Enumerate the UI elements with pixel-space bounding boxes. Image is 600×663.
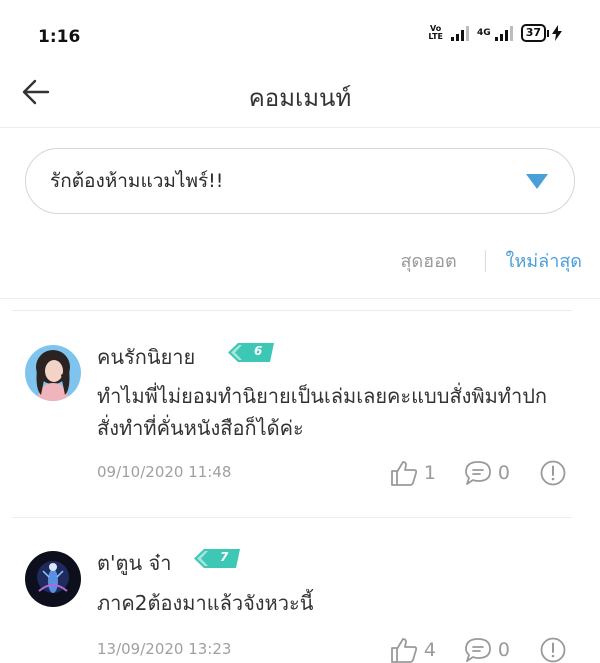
signal-icon-2 (494, 25, 513, 41)
chat-bubble-icon (465, 638, 491, 662)
avatar[interactable] (25, 551, 81, 607)
comment-actions: 4 0 (390, 637, 566, 663)
thumbs-up-icon (390, 638, 417, 663)
status-bar: 1:16 Vo LTE 4G 37 (0, 0, 600, 70)
network-type: 4G (477, 28, 491, 38)
report-icon (540, 637, 566, 663)
selector-label: รักต้องห้ามแวมไพร์!! (50, 170, 224, 192)
app-header: คอมเมนท์ (0, 70, 600, 128)
dropdown-triangle-icon (526, 174, 548, 189)
report-button[interactable] (540, 460, 566, 486)
divider (0, 298, 600, 299)
sort-tab-newest[interactable]: ใหม่ล่าสุด (506, 246, 582, 275)
level-number: 6 (254, 344, 263, 358)
battery-level: 37 (520, 24, 546, 42)
comment-date: 09/10/2020 11:48 (97, 463, 232, 481)
thumbs-up-icon (390, 461, 417, 486)
report-button[interactable] (540, 637, 566, 663)
story-selector-dropdown[interactable]: รักต้องห้ามแวมไพร์!! (25, 148, 575, 214)
comment-text: ภาค2ต้องมาแล้วจังหวะนี้ (97, 591, 314, 615)
chat-bubble-icon (465, 461, 491, 485)
like-button[interactable]: 1 (390, 460, 436, 486)
like-count: 1 (423, 462, 436, 484)
sort-divider (484, 249, 486, 272)
avatar[interactable] (25, 345, 81, 401)
level-badge: 6 (228, 343, 274, 362)
comment-date: 13/09/2020 13:23 (97, 640, 232, 658)
reply-button[interactable]: 0 (464, 460, 510, 486)
comment-text: ทำไมพี่ไม่ยอมทำนิยายเป็นเล่มเลยคะแบบสั่ง… (97, 384, 547, 440)
page-title: คอมเมนท์ (248, 84, 352, 112)
sort-tab-hot[interactable]: สุดฮอต (400, 246, 456, 275)
reply-count: 0 (497, 462, 510, 484)
report-icon (540, 460, 566, 486)
reply-count: 0 (497, 639, 510, 661)
comment-username[interactable]: คนรักนิยาย (97, 341, 195, 373)
charging-icon (552, 25, 562, 41)
signal-icon (451, 25, 470, 41)
sort-tabs: สุดฮอต ใหม่ล่าสุด (400, 246, 582, 275)
status-icons: Vo LTE 4G 37 (428, 24, 562, 42)
comment-username[interactable]: ต'ตูน จ๋า (97, 547, 171, 579)
volte-icon: Vo LTE (428, 24, 444, 41)
level-badge: 7 (194, 549, 240, 568)
level-number: 7 (220, 550, 229, 564)
status-time: 1:16 (38, 27, 81, 47)
divider (12, 310, 572, 311)
comment-actions: 1 0 (390, 460, 566, 486)
like-count: 4 (423, 639, 436, 661)
like-button[interactable]: 4 (390, 637, 436, 663)
battery-icon: 37 (520, 24, 562, 42)
divider (12, 517, 572, 518)
reply-button[interactable]: 0 (464, 637, 510, 663)
